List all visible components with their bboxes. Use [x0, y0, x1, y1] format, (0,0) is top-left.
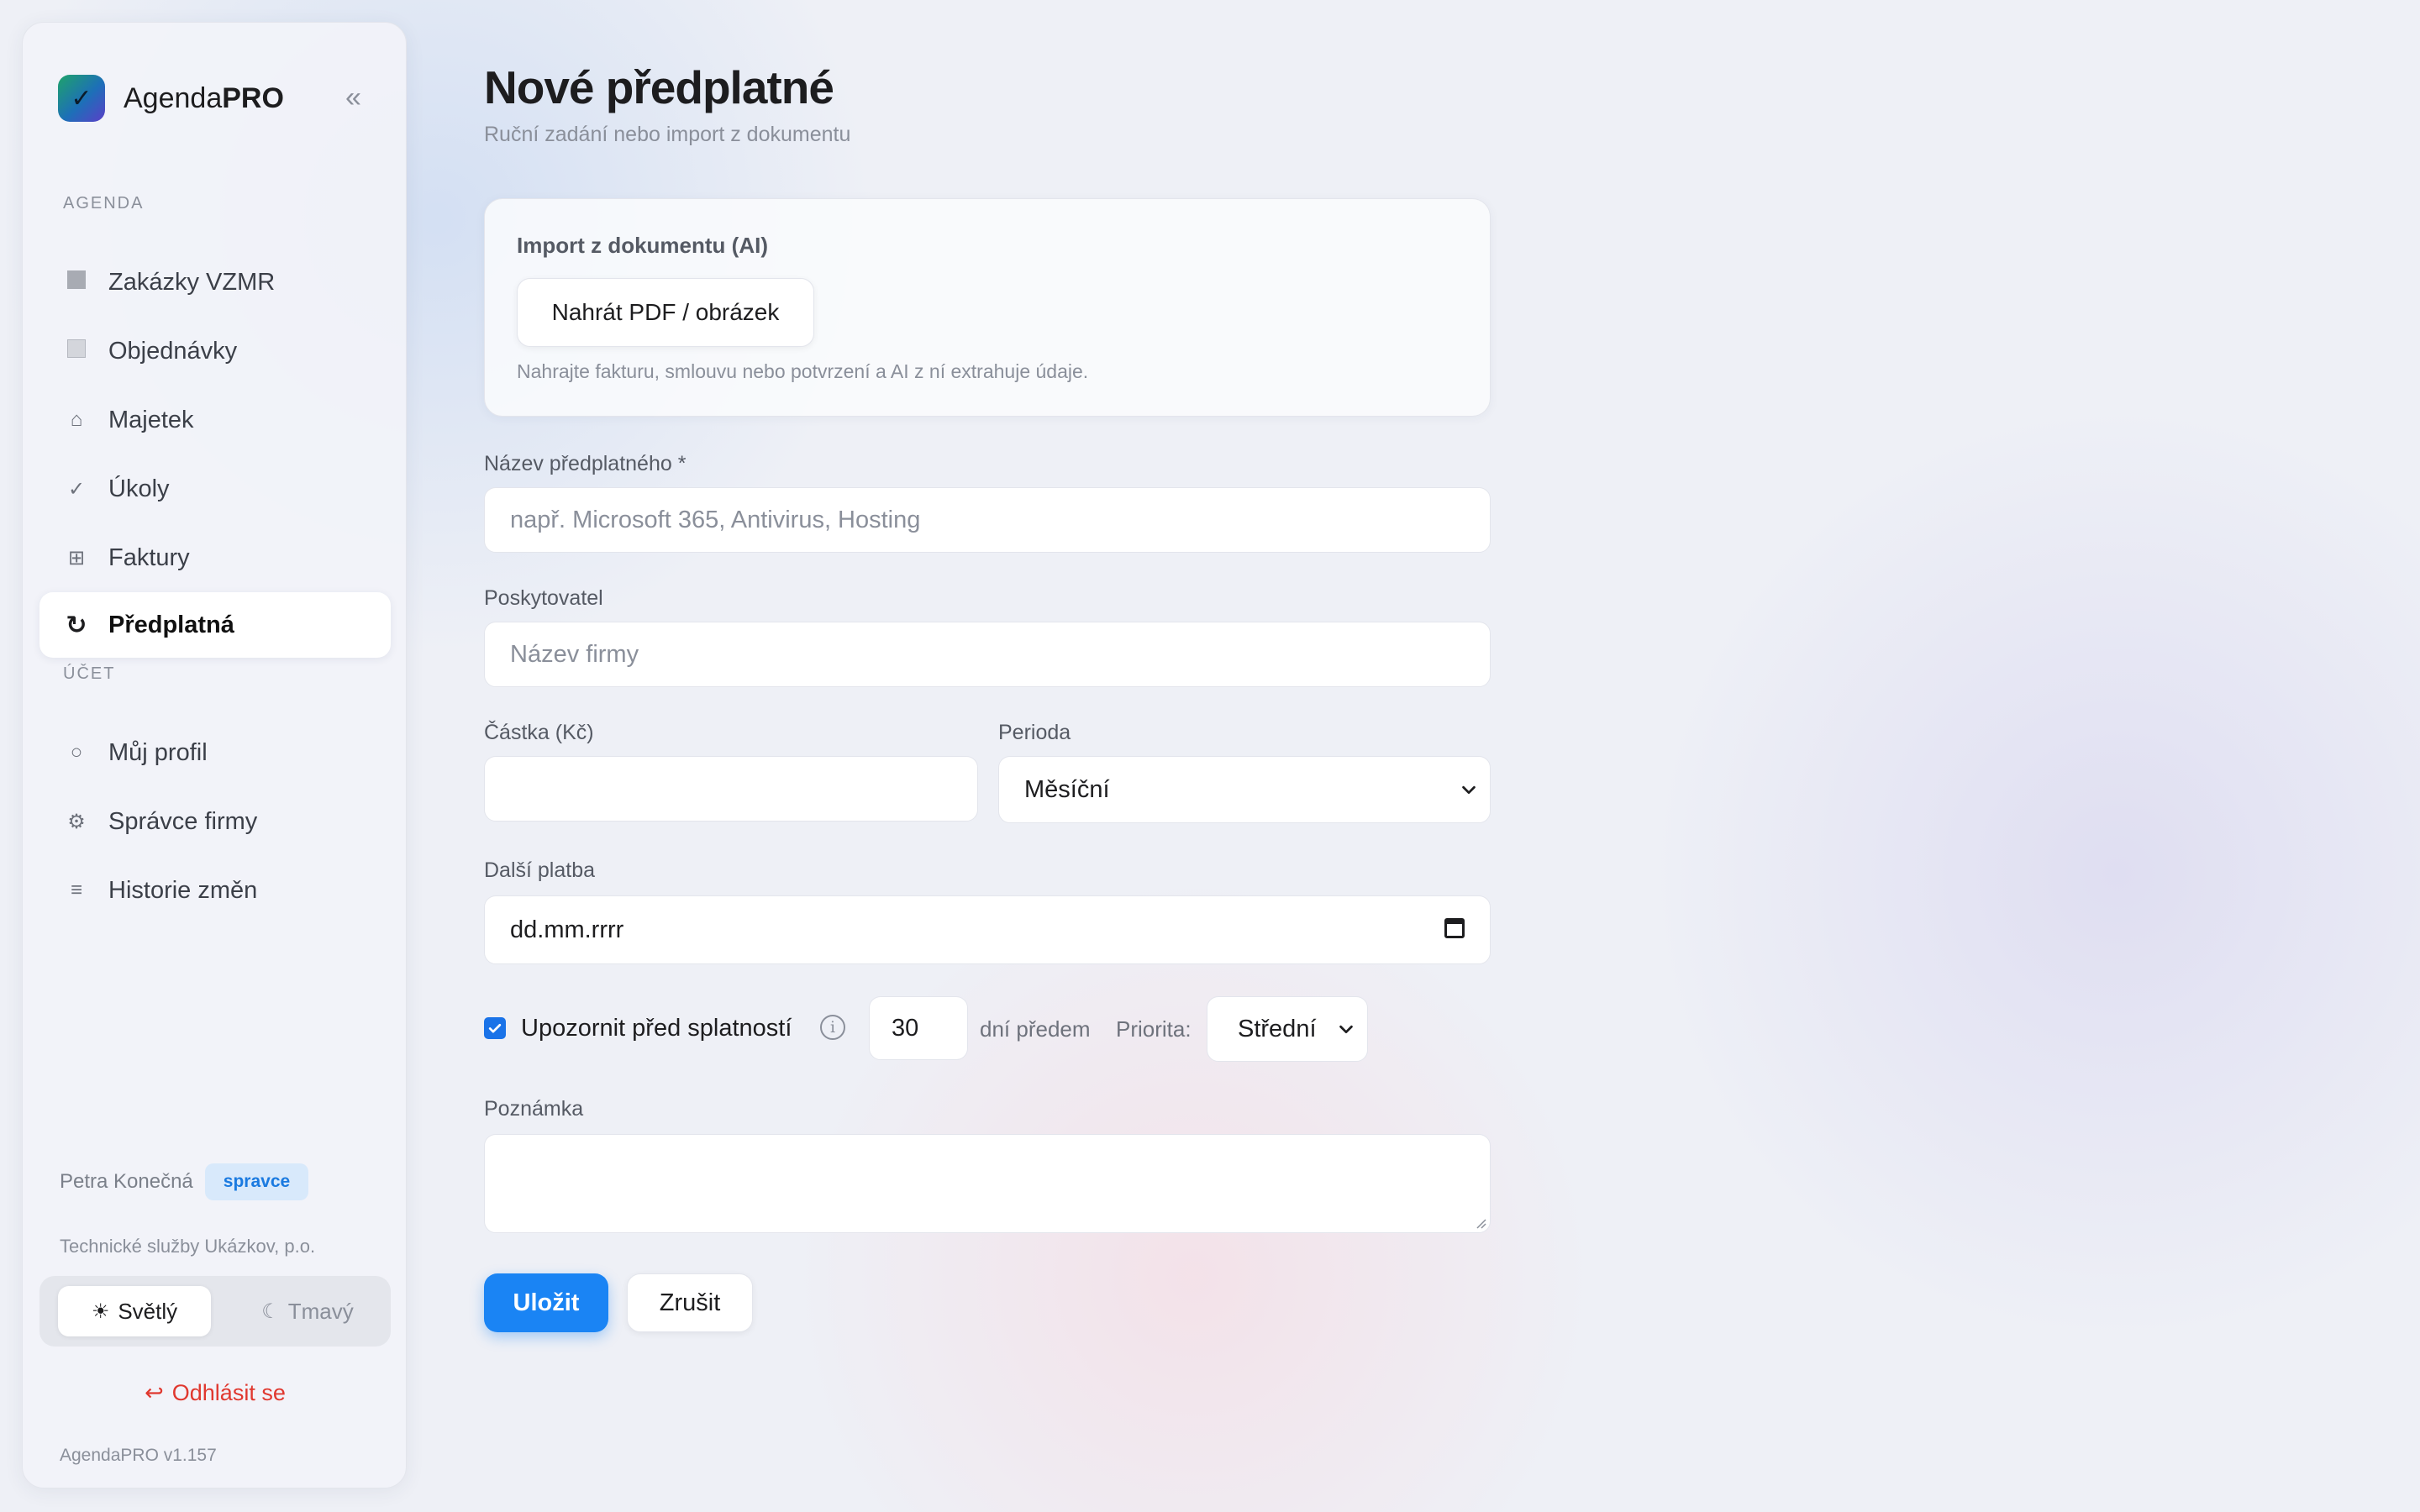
- logout-button[interactable]: ↩ Odhlásit se: [23, 1380, 408, 1406]
- section-label-account: ÚČET: [63, 664, 116, 683]
- sun-icon: ☀: [91, 1299, 110, 1323]
- brand[interactable]: ✓ AgendaPRO: [58, 75, 284, 122]
- user-info: Petra Konečná spravce: [60, 1163, 309, 1200]
- logout-label: Odhlásit se: [171, 1380, 286, 1405]
- date-value: dd.mm.rrrr: [510, 916, 624, 943]
- priority-label: Priorita:: [1116, 1016, 1192, 1042]
- reminder-label: Upozornit před splatností: [521, 1015, 792, 1042]
- sidebar-item-label: Správce firmy: [108, 807, 258, 835]
- note-textarea[interactable]: [484, 1134, 1491, 1233]
- period-select[interactable]: Měsíční: [998, 756, 1491, 823]
- sidebar-item-label: Objednávky: [108, 337, 238, 365]
- sidebar-item-label: Úkoly: [108, 475, 170, 502]
- user-name: Petra Konečná: [60, 1170, 193, 1193]
- import-hint: Nahrajte fakturu, smlouvu nebo potvrzení…: [517, 360, 1089, 382]
- app-version: AgendaPRO v1.157: [60, 1446, 217, 1465]
- sidebar-item-label: Historie změn: [108, 876, 258, 904]
- refresh-icon: ↻: [66, 611, 87, 639]
- sidebar-item-history[interactable]: ≡ Historie změn: [39, 858, 391, 923]
- import-card: Import z dokumentu (AI) Nahrát PDF / obr…: [484, 198, 1491, 417]
- collapse-sidebar-icon[interactable]: «: [345, 83, 361, 112]
- sidebar-item-majetek[interactable]: ⌂ Majetek: [39, 387, 391, 453]
- resize-handle-icon[interactable]: [1473, 1215, 1486, 1229]
- save-button[interactable]: Uložit: [484, 1273, 608, 1332]
- sidebar-item-label: Předplatná: [108, 611, 234, 638]
- page-subtitle: Ruční zadání nebo import z dokumentu: [484, 123, 851, 146]
- theme-toggle: ☀ Světlý ☾ Tmavý: [39, 1276, 391, 1347]
- app-logo-icon: ✓: [58, 75, 105, 122]
- provider-label: Poskytovatel: [484, 586, 603, 610]
- logout-icon: ↩: [145, 1380, 164, 1405]
- upload-document-button[interactable]: Nahrát PDF / obrázek: [517, 278, 814, 347]
- sidebar: ✓ AgendaPRO « AGENDA Zakázky VZMR Objedn…: [22, 22, 407, 1488]
- subscription-name-input[interactable]: např. Microsoft 365, Antivirus, Hosting: [484, 487, 1491, 553]
- sidebar-item-profile[interactable]: ○ Můj profil: [39, 720, 391, 785]
- square-icon: [65, 270, 88, 295]
- checkmark-icon: [488, 1023, 502, 1033]
- app-name: AgendaPRO: [124, 81, 284, 114]
- reminder-checkbox[interactable]: [484, 1017, 506, 1039]
- name-label: Název předplatného *: [484, 452, 687, 475]
- sidebar-item-ukoly[interactable]: ✓ Úkoly: [39, 456, 391, 522]
- priority-select[interactable]: Střední: [1207, 996, 1368, 1062]
- gear-icon: ⚙: [67, 810, 86, 833]
- import-title: Import z dokumentu (AI): [517, 233, 768, 258]
- list-icon: ≡: [70, 879, 82, 901]
- sidebar-item-label: Majetek: [108, 406, 194, 433]
- main-content: Nové předplatné Ruční zadání nebo import…: [484, 0, 1492, 1512]
- square-outline-icon: [65, 339, 88, 364]
- sidebar-item-predplatna[interactable]: ↻ Předplatná: [39, 592, 391, 658]
- sidebar-item-label: Faktury: [108, 543, 190, 571]
- grid-icon: ⊞: [67, 546, 86, 570]
- days-suffix: dní předem: [980, 1016, 1091, 1042]
- page-title: Nové předplatné: [484, 61, 834, 113]
- next-payment-label: Další platba: [484, 858, 596, 882]
- priority-value: Střední: [1238, 1015, 1317, 1042]
- house-icon: ⌂: [70, 408, 83, 431]
- theme-light-label: Světlý: [118, 1298, 178, 1324]
- reminder-days-input[interactable]: 30: [869, 996, 968, 1060]
- check-icon: ✓: [67, 477, 86, 501]
- amount-input[interactable]: [484, 756, 978, 822]
- sidebar-item-label: Zakázky VZMR: [108, 268, 276, 296]
- sidebar-item-label: Můj profil: [108, 738, 208, 766]
- theme-dark-button[interactable]: ☾ Tmavý: [231, 1286, 384, 1336]
- chevron-down-icon: [1462, 785, 1476, 795]
- chevron-down-icon: [1339, 1025, 1353, 1034]
- info-icon[interactable]: i: [820, 1015, 845, 1040]
- cancel-button[interactable]: Zrušit: [627, 1273, 753, 1332]
- next-payment-date-input[interactable]: dd.mm.rrrr: [484, 895, 1491, 964]
- sidebar-item-objednavky[interactable]: Objednávky: [39, 318, 391, 384]
- theme-dark-label: Tmavý: [287, 1298, 354, 1324]
- period-value: Měsíční: [1024, 775, 1110, 803]
- sidebar-item-zakazky[interactable]: Zakázky VZMR: [39, 249, 391, 315]
- period-label: Perioda: [998, 721, 1071, 744]
- theme-light-button[interactable]: ☀ Světlý: [58, 1286, 211, 1336]
- calendar-icon[interactable]: [1444, 918, 1465, 938]
- provider-input[interactable]: Název firmy: [484, 622, 1491, 687]
- amount-label: Částka (Kč): [484, 721, 594, 744]
- reminder-row: Upozornit před splatností i 30 dní přede…: [484, 996, 1491, 1062]
- moon-icon: ☾: [261, 1299, 280, 1323]
- note-label: Poznámka: [484, 1097, 584, 1121]
- sidebar-item-company-admin[interactable]: ⚙ Správce firmy: [39, 789, 391, 854]
- role-badge: spravce: [204, 1163, 309, 1200]
- circle-icon: ○: [70, 741, 83, 764]
- sidebar-item-faktury[interactable]: ⊞ Faktury: [39, 525, 391, 591]
- section-label-agenda: AGENDA: [63, 194, 145, 213]
- organization-name: Technické služby Ukázkov, p.o.: [60, 1236, 316, 1257]
